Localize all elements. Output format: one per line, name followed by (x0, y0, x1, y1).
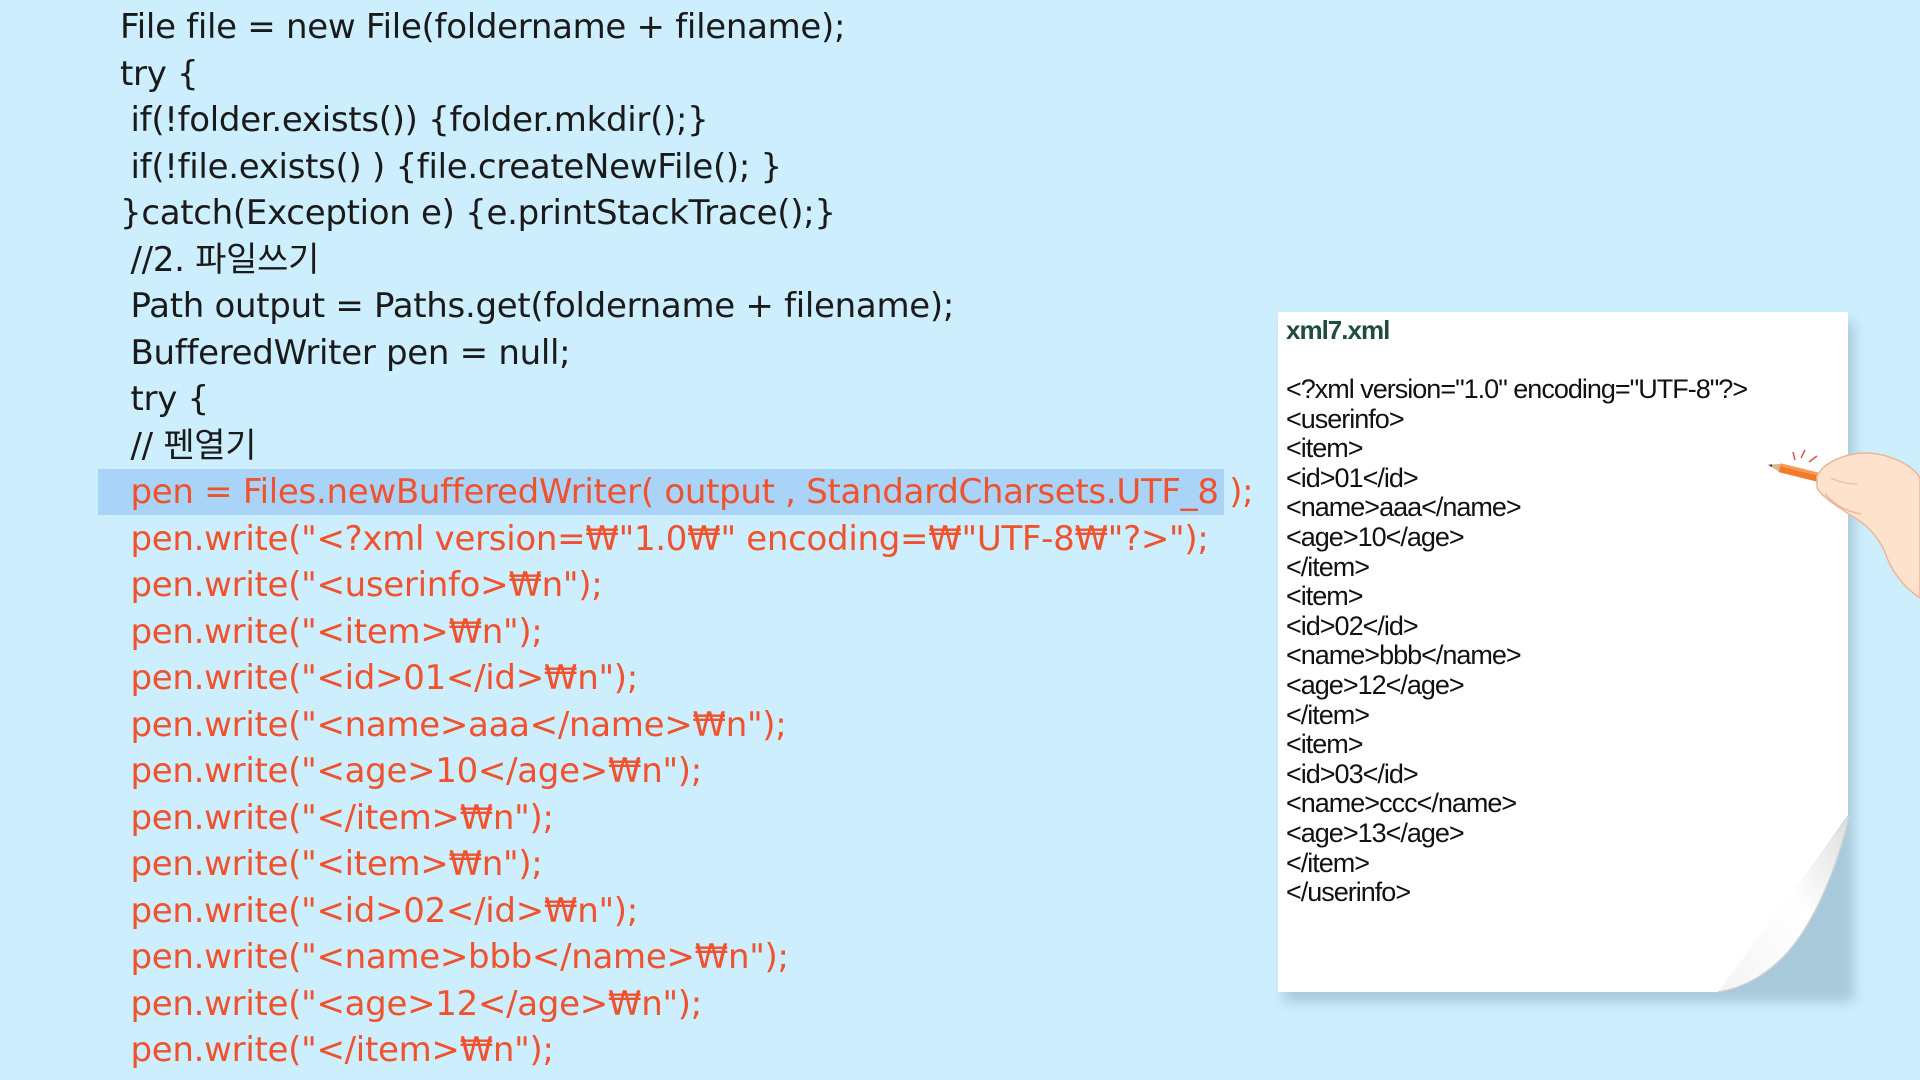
code-line: pen.write("<age>12</age>₩n"); (0, 981, 1240, 1027)
code-line: pen.write("<item>₩n"); (0, 841, 1240, 887)
code-line: //2. 파일쓰기 (0, 237, 1240, 283)
code-line-text: try { (120, 379, 210, 419)
code-line: pen.write("<id>02</id>₩n"); (0, 888, 1240, 934)
xml-line: <item> (1286, 729, 1364, 760)
code-line: if(!file.exists() ) {file.createNewFile(… (0, 144, 1240, 190)
code-line-text: try { (120, 53, 199, 94)
code-line: File file = new File(foldername + filena… (0, 4, 1240, 50)
code-line: pen = Files.newBufferedWriter( output , … (0, 469, 1254, 515)
code-line: if(!folder.exists()) {folder.mkdir();} (0, 97, 1240, 143)
code-line: Path output = Paths.get(foldername + fil… (0, 283, 1240, 329)
code-line: pen.write("<userinfo>₩n"); (0, 562, 1240, 608)
code-line-text: pen.write("<?xml version=₩"1.0₩" encodin… (120, 518, 1209, 559)
code-line: pen.write("<name>aaa</name>₩n"); (0, 702, 1240, 748)
code-line: pen.write("<item>₩n"); (0, 609, 1240, 655)
code-line-text: Path output = Paths.get(foldername + fil… (120, 286, 955, 326)
code-line-text: pen.write("</item>₩n"); (120, 1030, 554, 1070)
code-line: pen.write("<age>10</age>₩n"); (0, 748, 1240, 794)
xml-line: <item> (1286, 433, 1364, 464)
code-line: pen.write("</item>₩n"); (0, 795, 1240, 841)
code-line: pen.write("<id>01</id>₩n"); (0, 655, 1240, 701)
xml-line: </item> (1286, 551, 1370, 582)
xml-paper-sheet: xml7.xml <?xml version="1.0" encoding="U… (1278, 312, 1854, 1002)
code-line-text: }catch(Exception e) {e.printStackTrace()… (120, 193, 836, 233)
code-line: pen.write("<name>bbb</name>₩n"); (0, 934, 1240, 980)
code-line: pen.write("<?xml version=₩"1.0₩" encodin… (0, 516, 1240, 562)
code-line: }catch(Exception e) {e.printStackTrace()… (0, 190, 1240, 236)
xml-line: </item> (1286, 699, 1370, 730)
code-block: File file = new File(foldername + filena… (0, 0, 1254, 1080)
xml-line: <id>02</id> (1286, 610, 1419, 641)
xml-line: <age>10</age> (1286, 522, 1465, 552)
xml-line: <?xml version="1.0" encoding="UTF-8"?> (1286, 374, 1748, 404)
xml-line: </userinfo> (1286, 877, 1411, 908)
code-line: pen.write("</item>₩n"); (0, 1027, 1240, 1073)
xml-line: </item> (1286, 847, 1370, 878)
paper-title: xml7.xml (1286, 315, 1390, 345)
code-line: BufferedWriter pen = null; (0, 330, 1240, 376)
code-line-text: pen.write("<id>02</id>₩n"); (120, 890, 639, 931)
code-line: try { (0, 51, 1240, 97)
code-line-text: pen.write("<item>₩n"); (120, 611, 543, 652)
code-line-text: BufferedWriter pen = null; (120, 332, 571, 373)
xml-line: <userinfo> (1286, 403, 1405, 434)
xml-line: <name>bbb</name> (1286, 640, 1522, 671)
xml-line: <name>aaa</name> (1286, 492, 1522, 523)
code-line-text: //2. 파일쓰기 (120, 239, 320, 280)
xml-line: <age>12</age> (1286, 670, 1465, 700)
code-line-text: if(!file.exists() ) {file.createNewFile(… (120, 146, 783, 187)
code-line: // 펜열기 (0, 423, 1240, 469)
code-line-text: File file = new File(foldername + filena… (120, 7, 846, 47)
code-line-text: pen.write("<id>01</id>₩n"); (120, 658, 639, 698)
code-line-text: pen.write("<userinfo>₩n"); (120, 565, 603, 605)
xml-line: <id>03</id> (1286, 758, 1419, 789)
code-line-text: pen.write("<age>10</age>₩n"); (120, 751, 703, 791)
xml-line: <name>ccc</name> (1286, 788, 1517, 819)
code-line-text: pen.write("</item>₩n"); (120, 797, 554, 838)
code-line-text: if(!folder.exists()) {folder.mkdir();} (120, 100, 709, 140)
code-line-text: // 펜열기 (120, 425, 257, 466)
code-line-text: pen.write("<age>12</age>₩n"); (120, 983, 703, 1024)
xml-line: <item> (1286, 581, 1364, 612)
page-curl-icon (1718, 813, 1850, 993)
slide: File file = new File(foldername + filena… (0, 0, 1920, 1080)
code-line-text: pen = Files.newBufferedWriter( output , … (120, 472, 1254, 512)
code-line: try { (0, 376, 1240, 422)
xml-line: <age>13</age> (1286, 818, 1465, 848)
hand-holding-pencil-icon (1768, 449, 1920, 599)
code-line-text: pen.write("<name>aaa</name>₩n"); (120, 704, 787, 745)
code-line-text: pen.write("<name>bbb</name>₩n"); (120, 937, 789, 977)
xml-line: <id>01</id> (1286, 462, 1419, 493)
code-line-text: pen.write("<item>₩n"); (120, 844, 543, 884)
